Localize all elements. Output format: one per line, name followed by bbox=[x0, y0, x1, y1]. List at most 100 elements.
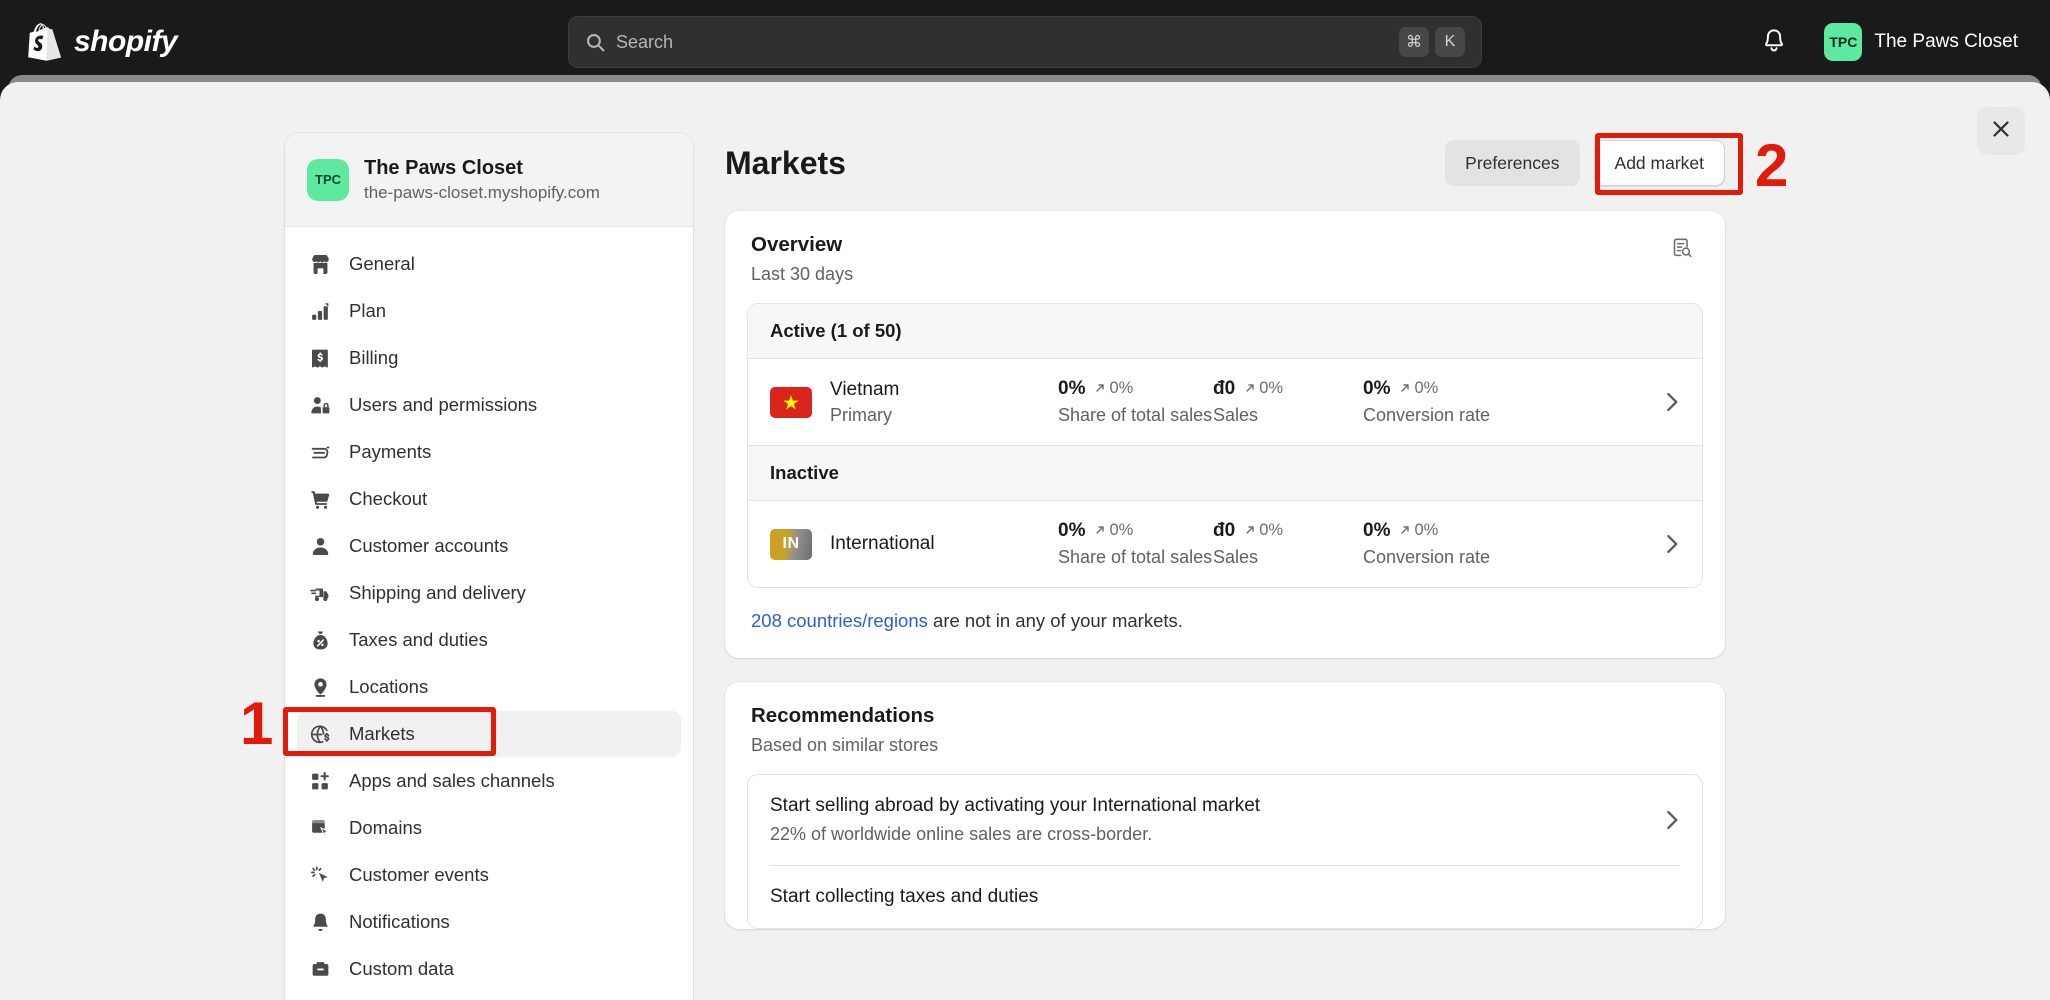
metric-delta: 0% bbox=[1399, 379, 1438, 398]
sidebar-item-label: Markets bbox=[349, 723, 415, 744]
markets-group-heading: Inactive bbox=[748, 445, 1702, 501]
metric-label: Conversion rate bbox=[1363, 547, 1491, 567]
recommendations-subtitle: Based on similar stores bbox=[751, 735, 939, 755]
sidebar-item-checkout[interactable]: Checkout bbox=[297, 476, 681, 522]
money-bag-percent-icon bbox=[309, 629, 331, 651]
sidebar-item-label: Shipping and delivery bbox=[349, 582, 526, 603]
page-header-actions: Preferences Add market bbox=[1445, 140, 1725, 186]
shopify-logo[interactable]: shopify bbox=[28, 23, 178, 61]
metric-label: Sales bbox=[1213, 547, 1259, 567]
kbd-k-key: K bbox=[1435, 27, 1465, 57]
countries-footnote: 208 countries/regions are not in any of … bbox=[725, 610, 1725, 658]
overview-card: Overview Last 30 days Active (1 of 50) V… bbox=[725, 211, 1725, 658]
sidebar-item-domains[interactable]: Domains bbox=[297, 805, 681, 851]
sidebar-item-users-and-permissions[interactable]: Users and permissions bbox=[297, 382, 681, 428]
recommendations-list: Start selling abroad by activating your … bbox=[747, 774, 1703, 929]
avatar: TPC bbox=[1824, 23, 1863, 61]
overview-card-header: Overview Last 30 days bbox=[725, 211, 1725, 303]
view-report-icon bbox=[1671, 237, 1693, 264]
sidebar-item-customer-accounts[interactable]: Customer accounts bbox=[297, 523, 681, 569]
sidebar-item-apps-and-sales-channels[interactable]: Apps and sales channels bbox=[297, 758, 681, 804]
sidebar-item-label: Plan bbox=[349, 300, 387, 321]
sidebar-item-label: Custom data bbox=[349, 958, 454, 979]
metric-label: Conversion rate bbox=[1363, 405, 1491, 425]
sidebar-item-languages[interactable]: A Languages bbox=[297, 993, 681, 1000]
sidebar-item-label: Users and permissions bbox=[349, 394, 538, 415]
view-report-button[interactable] bbox=[1665, 233, 1699, 267]
recommendation-title: Start selling abroad by activating your … bbox=[770, 795, 1261, 816]
metric-value: 0% bbox=[1363, 378, 1391, 399]
page-header: Markets Preferences Add market bbox=[725, 133, 1725, 193]
bell-icon bbox=[1762, 28, 1786, 58]
add-market-button[interactable]: Add market bbox=[1593, 140, 1725, 186]
metric-delta-value: 0% bbox=[1414, 520, 1439, 539]
metric-conversion-rate: 0% 0% Conversion rate bbox=[1363, 520, 1563, 568]
metric-value: 0% bbox=[1058, 378, 1086, 399]
metric-delta: 0% bbox=[1094, 379, 1133, 398]
preferences-button[interactable]: Preferences bbox=[1445, 140, 1580, 186]
sidebar-item-label: General bbox=[349, 253, 415, 274]
list-item[interactable]: Start selling abroad by activating your … bbox=[748, 775, 1702, 865]
receipt-dollar-icon bbox=[309, 347, 331, 369]
settings-sidebar: TPC The Paws Closet the-paws-closet.mysh… bbox=[285, 133, 693, 1000]
sidebar-item-label: Taxes and duties bbox=[349, 629, 488, 650]
search-placeholder-text: Search bbox=[616, 31, 674, 52]
sidebar-item-shipping-and-delivery[interactable]: Shipping and delivery bbox=[297, 570, 681, 616]
sidebar-nav-list: General Plan Billing Users and permissio… bbox=[285, 227, 693, 1000]
metric-delta: 0% bbox=[1244, 379, 1283, 398]
bell-icon bbox=[309, 911, 331, 933]
sidebar-item-customer-events[interactable]: Customer events bbox=[297, 852, 681, 898]
domain-window-icon bbox=[309, 817, 331, 839]
sidebar-item-label: Checkout bbox=[349, 488, 428, 509]
search-icon bbox=[585, 32, 606, 53]
table-row[interactable]: IN International 0% 0% Share of total sa bbox=[748, 501, 1702, 587]
sidebar-item-payments[interactable]: Payments bbox=[297, 429, 681, 475]
table-row[interactable]: Vietnam Primary 0% 0% Share of total sal… bbox=[748, 359, 1702, 445]
chevron-right-icon bbox=[1664, 809, 1680, 831]
store-name-label: The Paws Closet bbox=[1874, 31, 2018, 52]
page-title: Markets bbox=[725, 144, 846, 181]
overview-subtitle: Last 30 days bbox=[751, 264, 854, 284]
store-account-button[interactable]: TPC The Paws Closet bbox=[1814, 18, 2028, 66]
sidebar-store-header[interactable]: TPC The Paws Closet the-paws-closet.mysh… bbox=[285, 133, 693, 227]
countries-regions-link[interactable]: 208 countries/regions bbox=[751, 610, 928, 631]
metric-delta: 0% bbox=[1244, 521, 1283, 540]
markets-group-heading: Active (1 of 50) bbox=[748, 304, 1702, 359]
avatar: TPC bbox=[307, 158, 349, 201]
storefront-icon bbox=[309, 253, 331, 275]
sidebar-item-plan[interactable]: Plan bbox=[297, 288, 681, 334]
vietnam-flag-icon bbox=[770, 386, 812, 418]
metric-conversion-rate: 0% 0% Conversion rate bbox=[1363, 378, 1563, 426]
sidebar-item-label: Notifications bbox=[349, 911, 450, 932]
countries-footnote-rest: are not in any of your markets. bbox=[927, 610, 1183, 631]
sidebar-item-general[interactable]: General bbox=[297, 241, 681, 287]
close-button[interactable] bbox=[1977, 107, 2025, 155]
markets-table: Active (1 of 50) Vietnam Primary 0% 0% S… bbox=[747, 303, 1703, 588]
overview-title: Overview bbox=[751, 233, 843, 256]
globe-dollar-icon bbox=[309, 723, 331, 745]
metric-delta: 0% bbox=[1094, 521, 1133, 540]
sidebar-item-locations[interactable]: Locations bbox=[297, 664, 681, 710]
sidebar-item-billing[interactable]: Billing bbox=[297, 335, 681, 381]
market-name-column: International bbox=[830, 533, 1058, 555]
metric-sales: đ0 0% Sales bbox=[1213, 378, 1363, 426]
notifications-button[interactable] bbox=[1753, 22, 1795, 64]
sidebar-item-label: Billing bbox=[349, 347, 399, 368]
metric-value: đ0 bbox=[1213, 378, 1236, 399]
recommendation-subtitle: 22% of worldwide online sales are cross-… bbox=[770, 824, 1153, 844]
person-lock-icon bbox=[309, 394, 331, 416]
global-search-input[interactable]: Search ⌘ K bbox=[568, 16, 1482, 68]
sidebar-item-taxes-and-duties[interactable]: Taxes and duties bbox=[297, 617, 681, 663]
sidebar-item-custom-data[interactable]: Custom data bbox=[297, 946, 681, 992]
sidebar-item-notifications[interactable]: Notifications bbox=[297, 899, 681, 945]
metric-delta: 0% bbox=[1399, 521, 1438, 540]
recommendation-title: Start collecting taxes and duties bbox=[770, 886, 1039, 907]
sidebar-item-markets[interactable]: Markets bbox=[297, 711, 681, 757]
list-item[interactable]: Start collecting taxes and duties bbox=[748, 866, 1702, 928]
shopify-wordmark: shopify bbox=[74, 25, 178, 58]
recommendations-card: Recommendations Based on similar stores … bbox=[725, 682, 1725, 929]
metric-value: 0% bbox=[1058, 520, 1086, 541]
metric-value: đ0 bbox=[1213, 520, 1236, 541]
kbd-command-icon: ⌘ bbox=[1399, 27, 1429, 57]
metric-delta-value: 0% bbox=[1109, 520, 1134, 539]
